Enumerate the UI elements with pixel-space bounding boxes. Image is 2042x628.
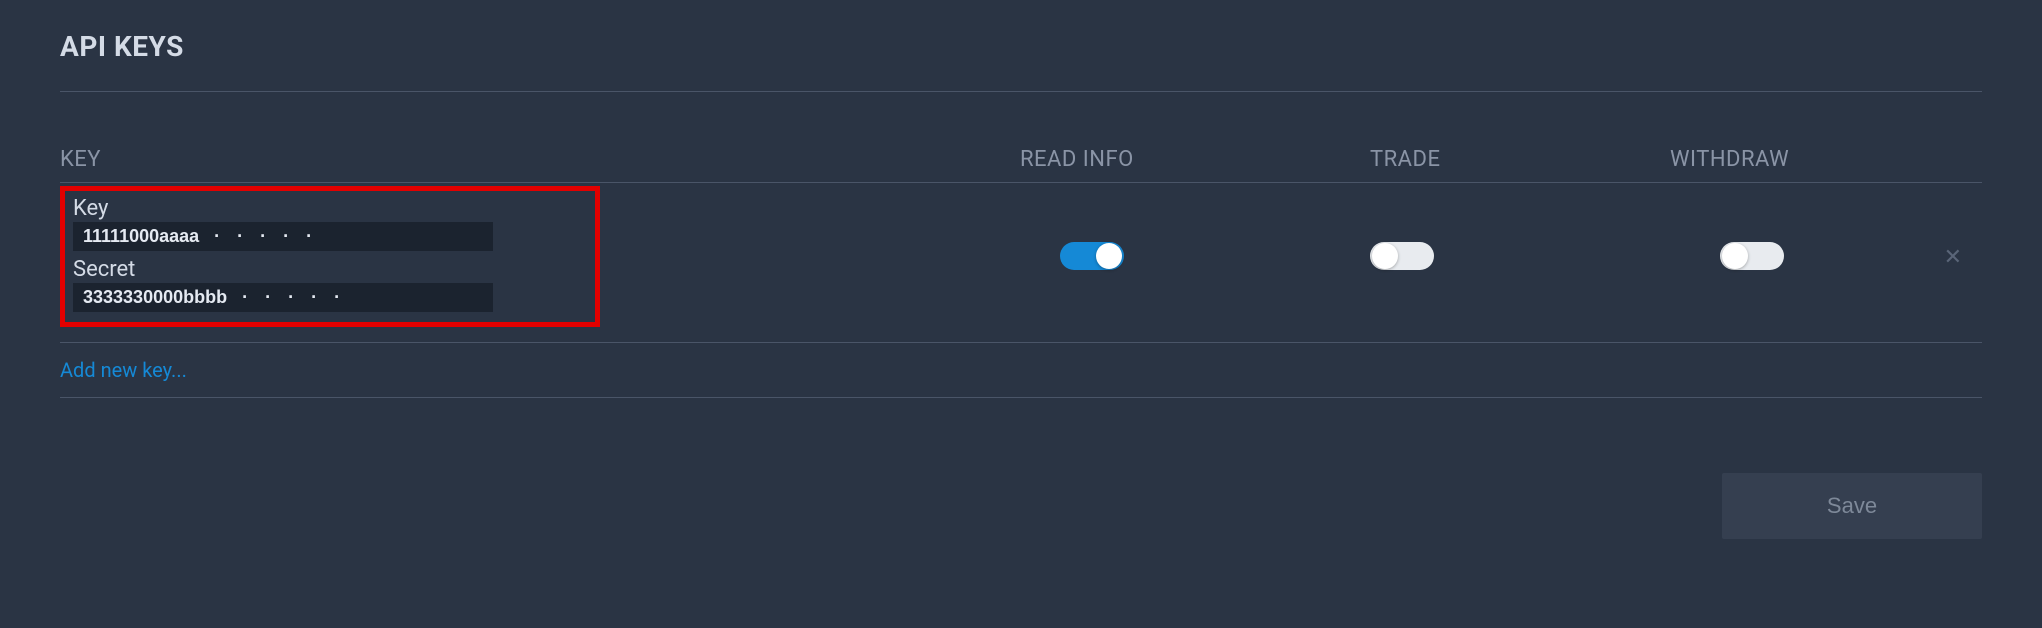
withdraw-toggle[interactable]	[1720, 242, 1784, 270]
column-header-read-info: READ INFO	[1020, 147, 1370, 172]
save-button[interactable]: Save	[1722, 473, 1982, 539]
add-new-key-link[interactable]: Add new key...	[60, 358, 187, 382]
table-header-row: KEY READ INFO TRADE WITHDRAW	[60, 92, 1982, 183]
secret-label: Secret	[73, 257, 587, 282]
read-info-toggle[interactable]	[1060, 242, 1124, 270]
api-key-row: Key 11111000aaaa · · · · · Secret 333333…	[60, 183, 1982, 343]
key-label: Key	[73, 196, 587, 221]
column-header-trade: TRADE	[1370, 147, 1670, 172]
delete-key-icon[interactable]: ✕	[1944, 245, 1962, 270]
add-new-key-row: Add new key...	[60, 343, 1982, 398]
trade-toggle[interactable]	[1370, 242, 1434, 270]
key-value[interactable]: 11111000aaaa · · · · ·	[73, 222, 493, 251]
column-header-withdraw: WITHDRAW	[1670, 147, 1910, 172]
column-header-key: KEY	[60, 147, 1020, 172]
page-title: API KEYS	[60, 30, 1982, 63]
key-secret-highlight-box: Key 11111000aaaa · · · · · Secret 333333…	[60, 186, 600, 327]
secret-value[interactable]: 3333330000bbbb · · · · ·	[73, 283, 493, 312]
